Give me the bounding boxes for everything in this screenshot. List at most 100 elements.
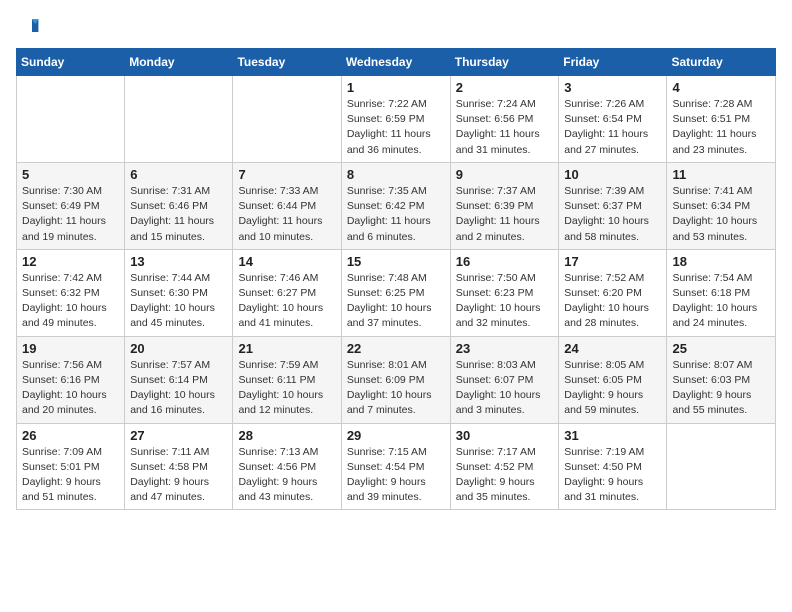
day-number: 7 <box>238 167 335 182</box>
day-info: Sunrise: 7:37 AM Sunset: 6:39 PM Dayligh… <box>456 184 554 245</box>
day-number: 16 <box>456 254 554 269</box>
calendar-cell: 25 Sunrise: 8:07 AM Sunset: 6:03 PM Dayli… <box>667 336 776 423</box>
day-info: Sunrise: 7:48 AM Sunset: 6:25 PM Dayligh… <box>347 271 445 332</box>
calendar-cell <box>17 76 125 163</box>
calendar-cell: 20 Sunrise: 7:57 AM Sunset: 6:14 PM Dayli… <box>125 336 233 423</box>
day-number: 4 <box>672 80 770 95</box>
day-info: Sunrise: 7:42 AM Sunset: 6:32 PM Dayligh… <box>22 271 119 332</box>
calendar-cell: 7 Sunrise: 7:33 AM Sunset: 6:44 PM Daylig… <box>233 162 341 249</box>
day-number: 26 <box>22 428 119 443</box>
calendar-cell: 21 Sunrise: 7:59 AM Sunset: 6:11 PM Dayli… <box>233 336 341 423</box>
calendar-week-2: 5Sunrise: 7:30 AM Sunset: 6:49 PM Daylig… <box>17 162 776 249</box>
weekday-header-wednesday: Wednesday <box>341 49 450 76</box>
day-info: Sunrise: 8:01 AM Sunset: 6:09 PM Dayligh… <box>347 358 445 419</box>
day-number: 3 <box>564 80 661 95</box>
day-number: 18 <box>672 254 770 269</box>
day-number: 6 <box>130 167 227 182</box>
calendar-cell: 29 Sunrise: 7:15 AM Sunset: 4:54 PM Dayli… <box>341 423 450 510</box>
day-info: Sunrise: 7:46 AM Sunset: 6:27 PM Dayligh… <box>238 271 335 332</box>
calendar-week-3: 12 Sunrise: 7:42 AM Sunset: 6:32 PM Dayli… <box>17 249 776 336</box>
day-number: 23 <box>456 341 554 356</box>
day-number: 13 <box>130 254 227 269</box>
calendar-cell: 30Sunrise: 7:17 AM Sunset: 4:52 PM Dayli… <box>450 423 559 510</box>
day-info: Sunrise: 7:15 AM Sunset: 4:54 PM Dayligh… <box>347 445 445 506</box>
day-info: Sunrise: 8:05 AM Sunset: 6:05 PM Dayligh… <box>564 358 661 419</box>
calendar-cell: 13 Sunrise: 7:44 AM Sunset: 6:30 PM Dayli… <box>125 249 233 336</box>
calendar-cell: 12 Sunrise: 7:42 AM Sunset: 6:32 PM Dayli… <box>17 249 125 336</box>
day-number: 30 <box>456 428 554 443</box>
calendar-header: SundayMondayTuesdayWednesdayThursdayFrid… <box>17 49 776 76</box>
day-info: Sunrise: 7:11 AM Sunset: 4:58 PM Dayligh… <box>130 445 227 506</box>
calendar-week-1: 1 Sunrise: 7:22 AM Sunset: 6:59 PM Daylig… <box>17 76 776 163</box>
day-number: 28 <box>238 428 335 443</box>
day-number: 9 <box>456 167 554 182</box>
weekday-header-saturday: Saturday <box>667 49 776 76</box>
day-info: Sunrise: 7:19 AM Sunset: 4:50 PM Dayligh… <box>564 445 661 506</box>
day-number: 5 <box>22 167 119 182</box>
day-info: Sunrise: 7:33 AM Sunset: 6:44 PM Dayligh… <box>238 184 335 245</box>
calendar-cell: 8 Sunrise: 7:35 AM Sunset: 6:42 PM Daylig… <box>341 162 450 249</box>
day-number: 12 <box>22 254 119 269</box>
day-number: 20 <box>130 341 227 356</box>
calendar-cell: 28 Sunrise: 7:13 AM Sunset: 4:56 PM Dayli… <box>233 423 341 510</box>
calendar-cell: 27Sunrise: 7:11 AM Sunset: 4:58 PM Dayli… <box>125 423 233 510</box>
weekday-header-thursday: Thursday <box>450 49 559 76</box>
calendar-cell: 17 Sunrise: 7:52 AM Sunset: 6:20 PM Dayli… <box>559 249 667 336</box>
day-number: 19 <box>22 341 119 356</box>
day-info: Sunrise: 7:52 AM Sunset: 6:20 PM Dayligh… <box>564 271 661 332</box>
day-info: Sunrise: 7:31 AM Sunset: 6:46 PM Dayligh… <box>130 184 227 245</box>
calendar-cell: 18Sunrise: 7:54 AM Sunset: 6:18 PM Dayli… <box>667 249 776 336</box>
logo-icon <box>16 16 40 40</box>
day-info: Sunrise: 7:57 AM Sunset: 6:14 PM Dayligh… <box>130 358 227 419</box>
day-number: 11 <box>672 167 770 182</box>
calendar-body: 1 Sunrise: 7:22 AM Sunset: 6:59 PM Daylig… <box>17 76 776 510</box>
calendar-cell: 19 Sunrise: 7:56 AM Sunset: 6:16 PM Dayli… <box>17 336 125 423</box>
day-info: Sunrise: 7:44 AM Sunset: 6:30 PM Dayligh… <box>130 271 227 332</box>
calendar-cell: 1 Sunrise: 7:22 AM Sunset: 6:59 PM Daylig… <box>341 76 450 163</box>
day-number: 8 <box>347 167 445 182</box>
day-number: 29 <box>347 428 445 443</box>
day-info: Sunrise: 7:22 AM Sunset: 6:59 PM Dayligh… <box>347 97 445 158</box>
day-info: Sunrise: 7:35 AM Sunset: 6:42 PM Dayligh… <box>347 184 445 245</box>
calendar-week-5: 26 Sunrise: 7:09 AM Sunset: 5:01 PM Dayli… <box>17 423 776 510</box>
day-number: 14 <box>238 254 335 269</box>
day-number: 21 <box>238 341 335 356</box>
day-number: 22 <box>347 341 445 356</box>
calendar-cell: 10 Sunrise: 7:39 AM Sunset: 6:37 PM Dayli… <box>559 162 667 249</box>
day-number: 2 <box>456 80 554 95</box>
calendar-cell: 11Sunrise: 7:41 AM Sunset: 6:34 PM Dayli… <box>667 162 776 249</box>
day-info: Sunrise: 7:50 AM Sunset: 6:23 PM Dayligh… <box>456 271 554 332</box>
day-number: 31 <box>564 428 661 443</box>
calendar-cell <box>125 76 233 163</box>
day-info: Sunrise: 8:03 AM Sunset: 6:07 PM Dayligh… <box>456 358 554 419</box>
weekday-header-tuesday: Tuesday <box>233 49 341 76</box>
calendar-cell: 9 Sunrise: 7:37 AM Sunset: 6:39 PM Daylig… <box>450 162 559 249</box>
calendar-cell: 22 Sunrise: 8:01 AM Sunset: 6:09 PM Dayli… <box>341 336 450 423</box>
day-info: Sunrise: 7:09 AM Sunset: 5:01 PM Dayligh… <box>22 445 119 506</box>
calendar-cell: 31 Sunrise: 7:19 AM Sunset: 4:50 PM Dayli… <box>559 423 667 510</box>
weekday-header-monday: Monday <box>125 49 233 76</box>
day-info: Sunrise: 7:59 AM Sunset: 6:11 PM Dayligh… <box>238 358 335 419</box>
weekday-header-sunday: Sunday <box>17 49 125 76</box>
page-header <box>16 16 776 40</box>
day-info: Sunrise: 8:07 AM Sunset: 6:03 PM Dayligh… <box>672 358 770 419</box>
calendar-table: SundayMondayTuesdayWednesdayThursdayFrid… <box>16 48 776 510</box>
calendar-cell: 24Sunrise: 8:05 AM Sunset: 6:05 PM Dayli… <box>559 336 667 423</box>
day-info: Sunrise: 7:24 AM Sunset: 6:56 PM Dayligh… <box>456 97 554 158</box>
day-info: Sunrise: 7:13 AM Sunset: 4:56 PM Dayligh… <box>238 445 335 506</box>
calendar-cell <box>667 423 776 510</box>
day-number: 25 <box>672 341 770 356</box>
day-number: 10 <box>564 167 661 182</box>
calendar-cell <box>233 76 341 163</box>
day-info: Sunrise: 7:56 AM Sunset: 6:16 PM Dayligh… <box>22 358 119 419</box>
calendar-week-4: 19 Sunrise: 7:56 AM Sunset: 6:16 PM Dayli… <box>17 336 776 423</box>
day-info: Sunrise: 7:39 AM Sunset: 6:37 PM Dayligh… <box>564 184 661 245</box>
weekday-row: SundayMondayTuesdayWednesdayThursdayFrid… <box>17 49 776 76</box>
calendar-cell: 3Sunrise: 7:26 AM Sunset: 6:54 PM Daylig… <box>559 76 667 163</box>
day-number: 17 <box>564 254 661 269</box>
day-info: Sunrise: 7:28 AM Sunset: 6:51 PM Dayligh… <box>672 97 770 158</box>
day-number: 1 <box>347 80 445 95</box>
day-number: 15 <box>347 254 445 269</box>
calendar-cell: 23 Sunrise: 8:03 AM Sunset: 6:07 PM Dayli… <box>450 336 559 423</box>
calendar-cell: 6 Sunrise: 7:31 AM Sunset: 6:46 PM Daylig… <box>125 162 233 249</box>
